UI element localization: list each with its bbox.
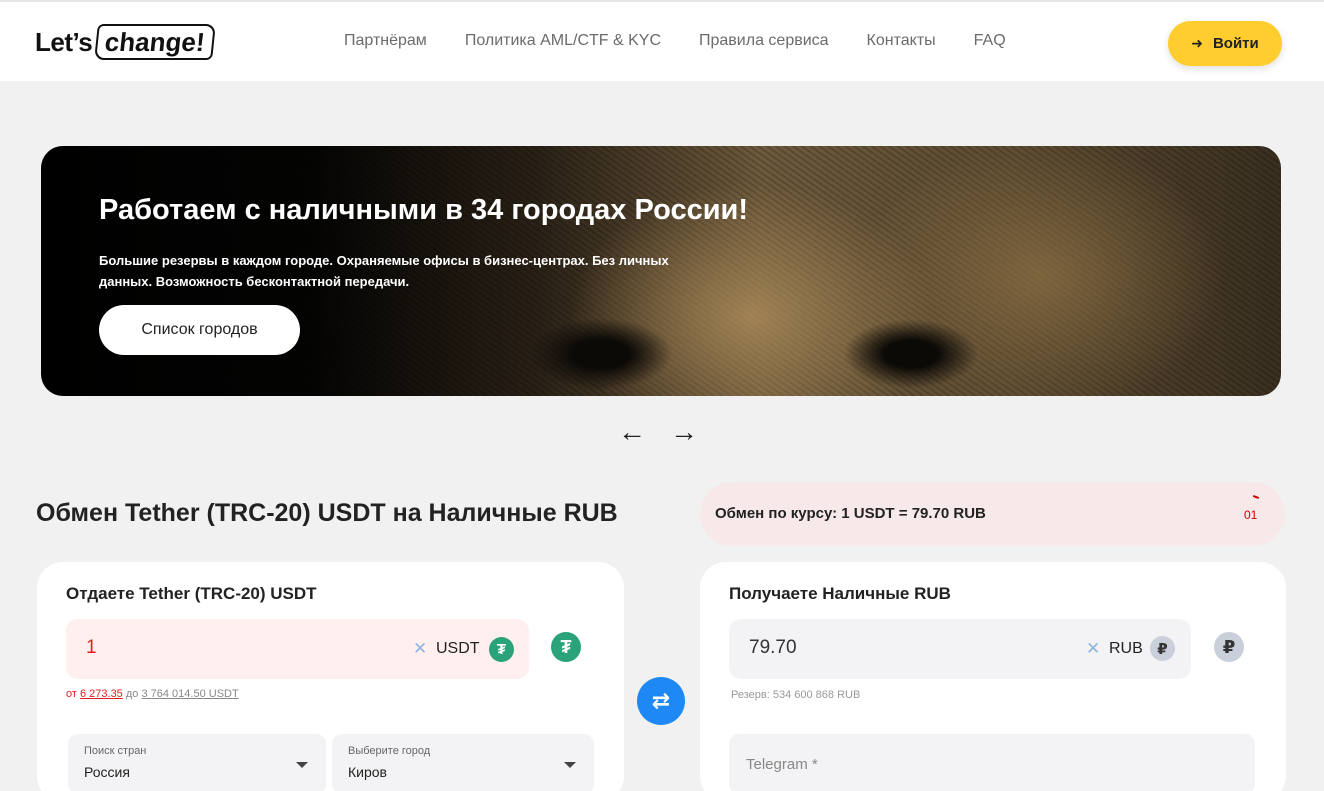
clear-icon[interactable]: ✕ [1086,639,1100,659]
arrow-right-icon[interactable]: → [670,418,698,446]
nav-aml-policy[interactable]: Политика AML/CTF & KYC [465,32,661,50]
city-list-button[interactable]: Список городов [99,305,300,355]
tether-currency-select-icon[interactable]: ₮ [551,632,581,662]
receive-label: Получаете Наличные RUB [729,584,951,603]
nav-partners[interactable]: Партнёрам [344,32,427,50]
logo[interactable]: Let’s change! [35,24,216,60]
give-amount-value[interactable]: 1 [86,637,97,659]
limit-min-link[interactable]: 6 273.35 [80,688,123,700]
receive-amount-field[interactable]: 79.70 ✕ RUB ₽ [729,619,1191,679]
reserve-text: Резерв: 534 600 868 RUB [731,689,861,701]
logo-change: change! [94,24,216,60]
caret-down-icon [564,762,576,768]
banner-subtitle: Большие резервы в каждом городе. Охраняе… [99,253,669,289]
banner-pagination: ← → [618,418,722,446]
nav-service-rules[interactable]: Правила сервиса [699,32,829,50]
country-select[interactable]: Поиск стран Россия [68,734,326,791]
country-select-label: Поиск стран [84,745,147,757]
receive-currency-code: RUB [1109,640,1143,657]
telegram-placeholder: Telegram * [746,756,818,773]
ruble-icon: ₽ [1150,636,1175,661]
login-button[interactable]: ➜ Войти [1168,21,1282,66]
site-header: Let’s change! Партнёрам Политика AML/CTF… [0,0,1324,81]
ruble-currency-select-icon[interactable]: ₽ [1214,632,1244,662]
nav-contacts[interactable]: Контакты [867,32,936,50]
give-currency-code: USDT [436,640,480,657]
give-card: Отдаете Tether (TRC-20) USDT 1 ✕ USDT ₮ … [37,562,624,791]
tether-icon: ₮ [489,637,514,662]
receive-amount-value[interactable]: 79.70 [749,637,797,659]
rate-timer: 01 [1244,508,1258,522]
clear-icon[interactable]: ✕ [413,639,427,659]
rate-text: Обмен по курсу: 1 USDT = 79.70 RUB [715,505,986,522]
login-label: Войти [1212,35,1259,52]
telegram-input[interactable]: Telegram * [729,734,1255,791]
timer-icon [1252,495,1260,499]
arrow-left-icon[interactable]: ← [618,418,646,446]
give-limits: от 6 273.35 до 3 764 014.50 USDT [66,688,239,700]
promo-banner: Работаем с наличными в 34 городах России… [41,146,1281,396]
limit-max-link[interactable]: 3 764 014.50 USDT [141,688,238,700]
main-nav: Партнёрам Политика AML/CTF & KYC Правила… [344,32,1044,50]
give-label: Отдаете Tether (TRC-20) USDT [66,584,317,603]
give-amount-field[interactable]: 1 ✕ USDT ₮ [66,619,529,679]
city-select-value: Киров [348,764,387,780]
swap-button[interactable]: ⇄ [637,677,685,725]
nav-faq[interactable]: FAQ [974,32,1006,50]
banner-title: Работаем с наличными в 34 городах России… [99,194,749,226]
logo-lets: Let’s [35,26,93,57]
login-arrow-icon: ➜ [1191,35,1203,51]
city-select-label: Выберите город [348,745,431,757]
caret-down-icon [296,762,308,768]
city-select[interactable]: Выберите город Киров [332,734,594,791]
receive-card: Получаете Наличные RUB 79.70 ✕ RUB ₽ ₽ Р… [700,562,1286,791]
exchange-title: Обмен Tether (TRC-20) USDT на Наличные R… [36,499,618,527]
rate-box: Обмен по курсу: 1 USDT = 79.70 RUB 01 [700,482,1285,546]
country-select-value: Россия [84,764,130,780]
